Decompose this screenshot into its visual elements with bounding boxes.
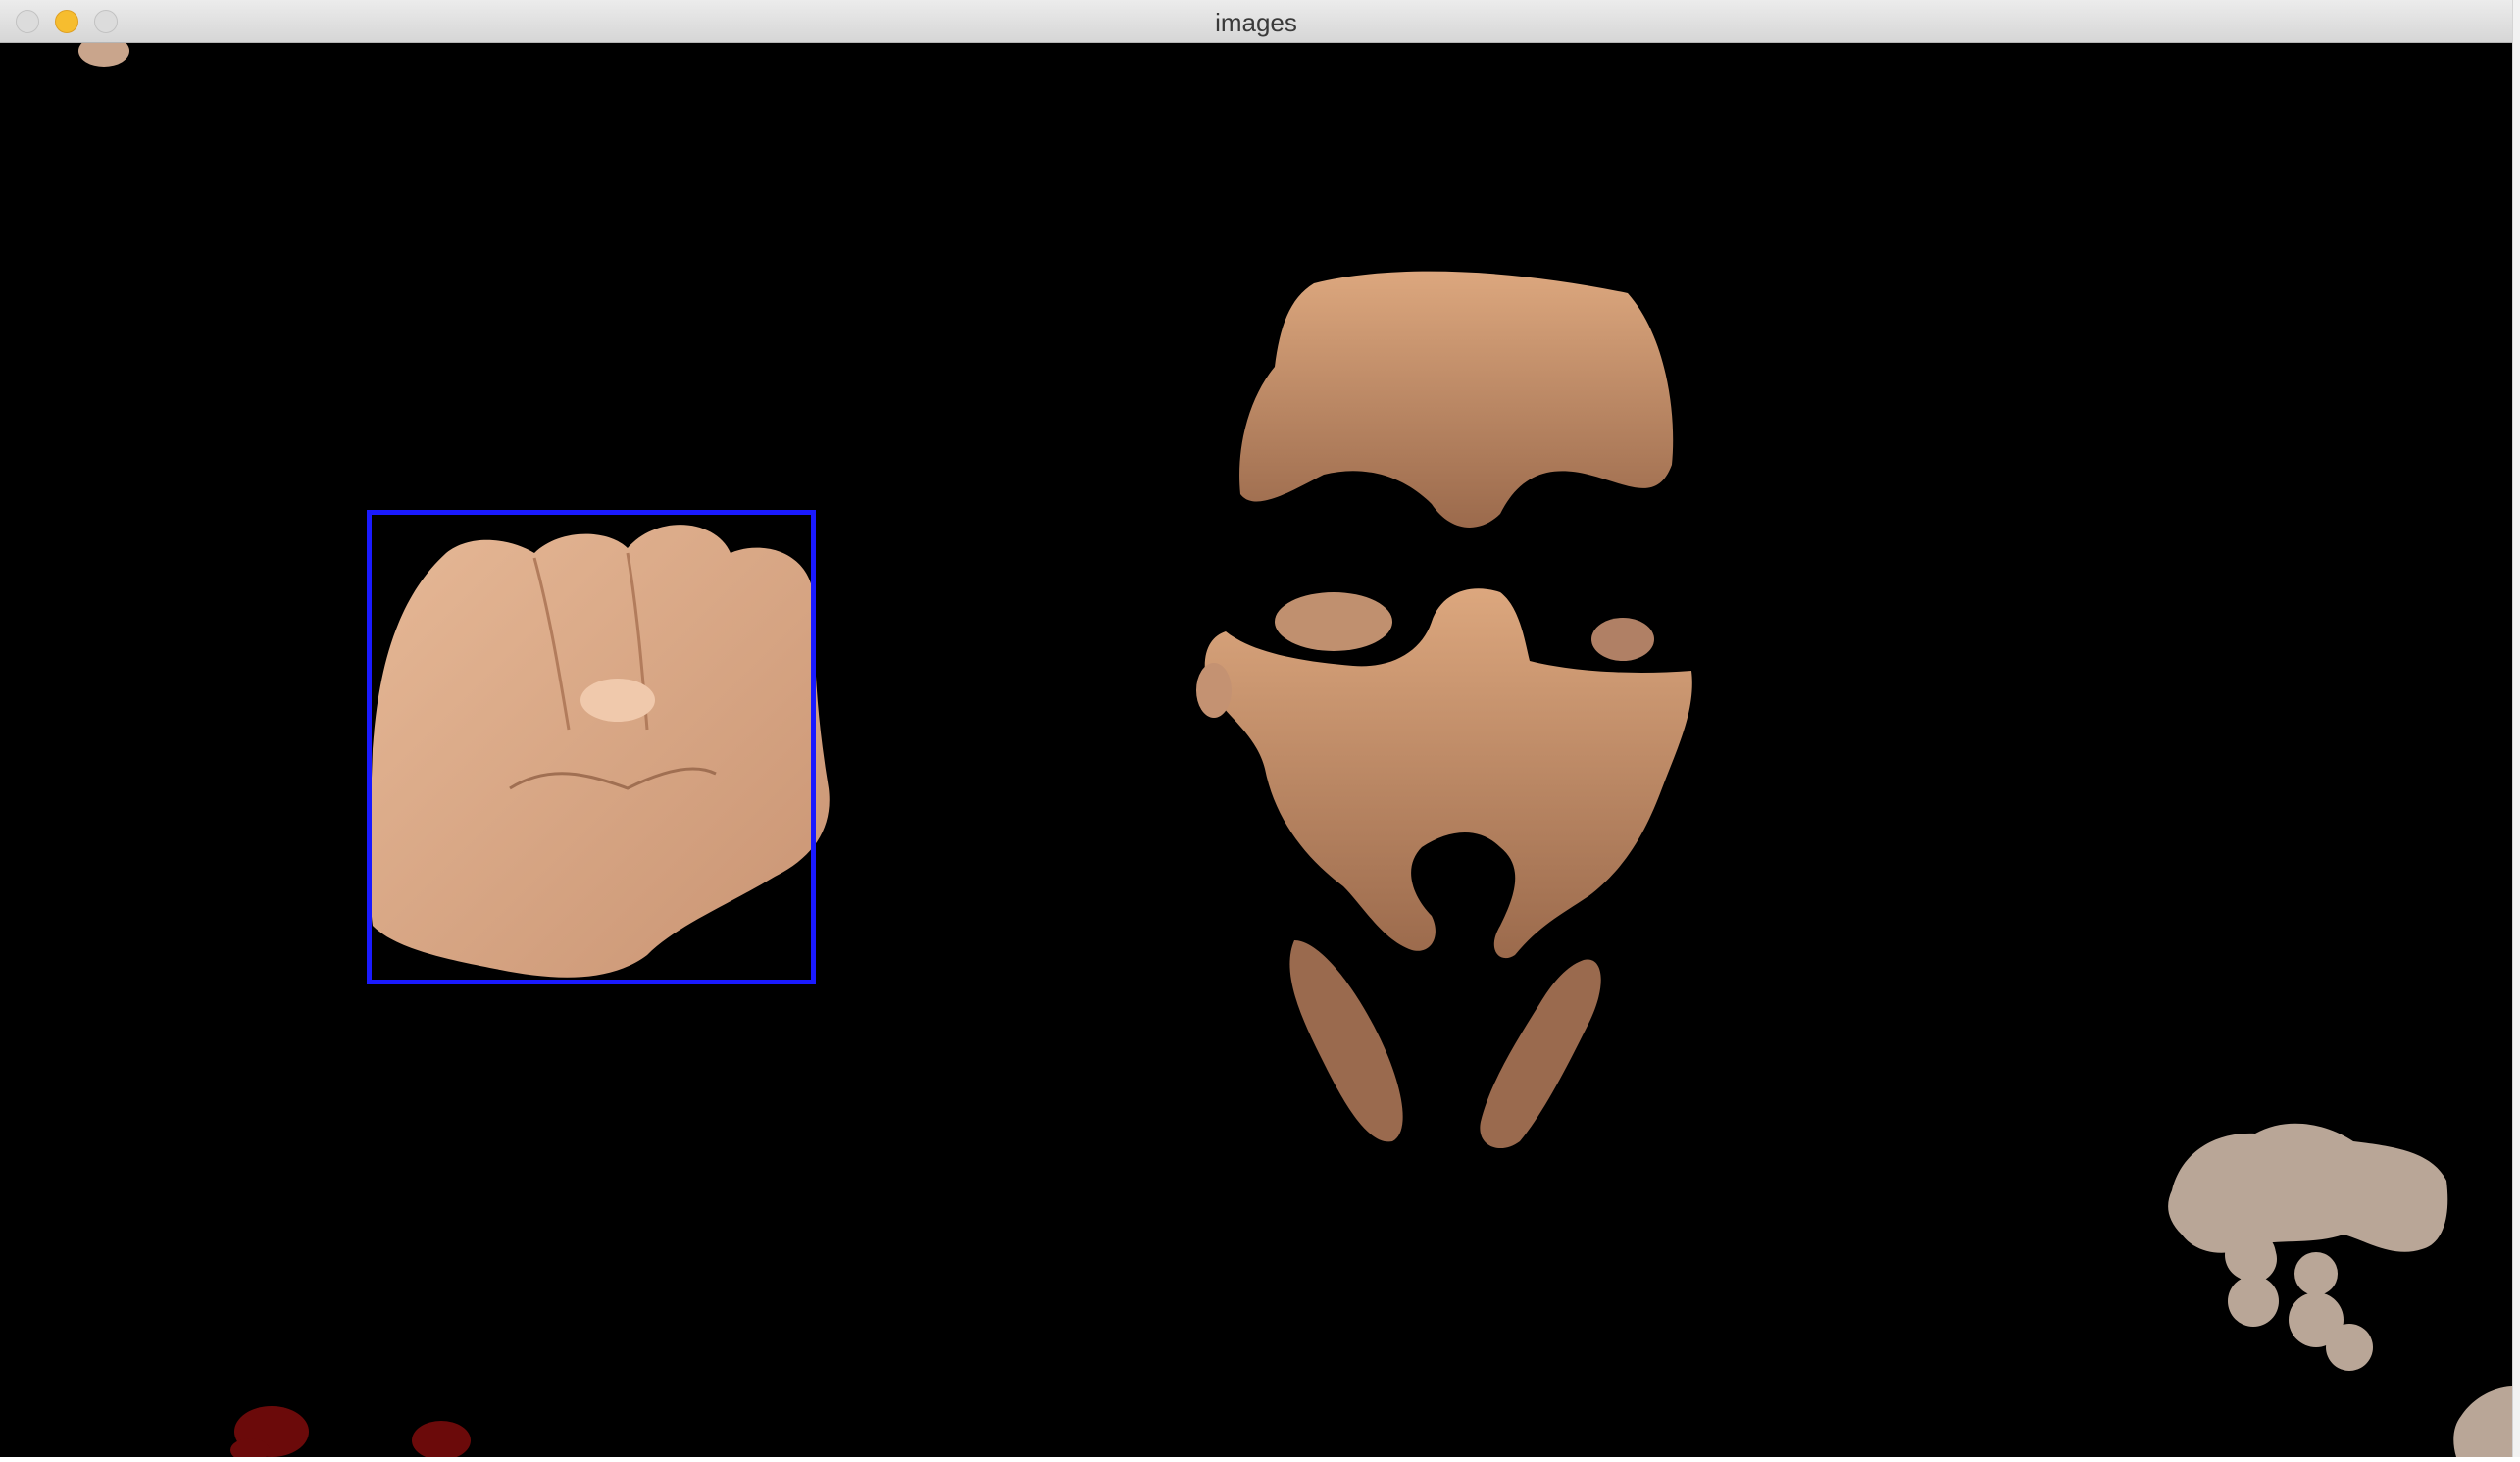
small-skin-blob: [78, 35, 129, 67]
background-blobs: [2168, 1123, 2512, 1457]
title-bar[interactable]: images: [0, 0, 2512, 43]
red-blobs: [230, 1406, 471, 1462]
face-region: [1196, 271, 1692, 1149]
scrollbar[interactable]: [2512, 0, 2520, 1457]
hand-detection-box: [367, 510, 816, 984]
window-title: images: [1215, 8, 1297, 37]
image-canvas: [0, 35, 2512, 1462]
image-window: images: [0, 0, 2512, 1462]
